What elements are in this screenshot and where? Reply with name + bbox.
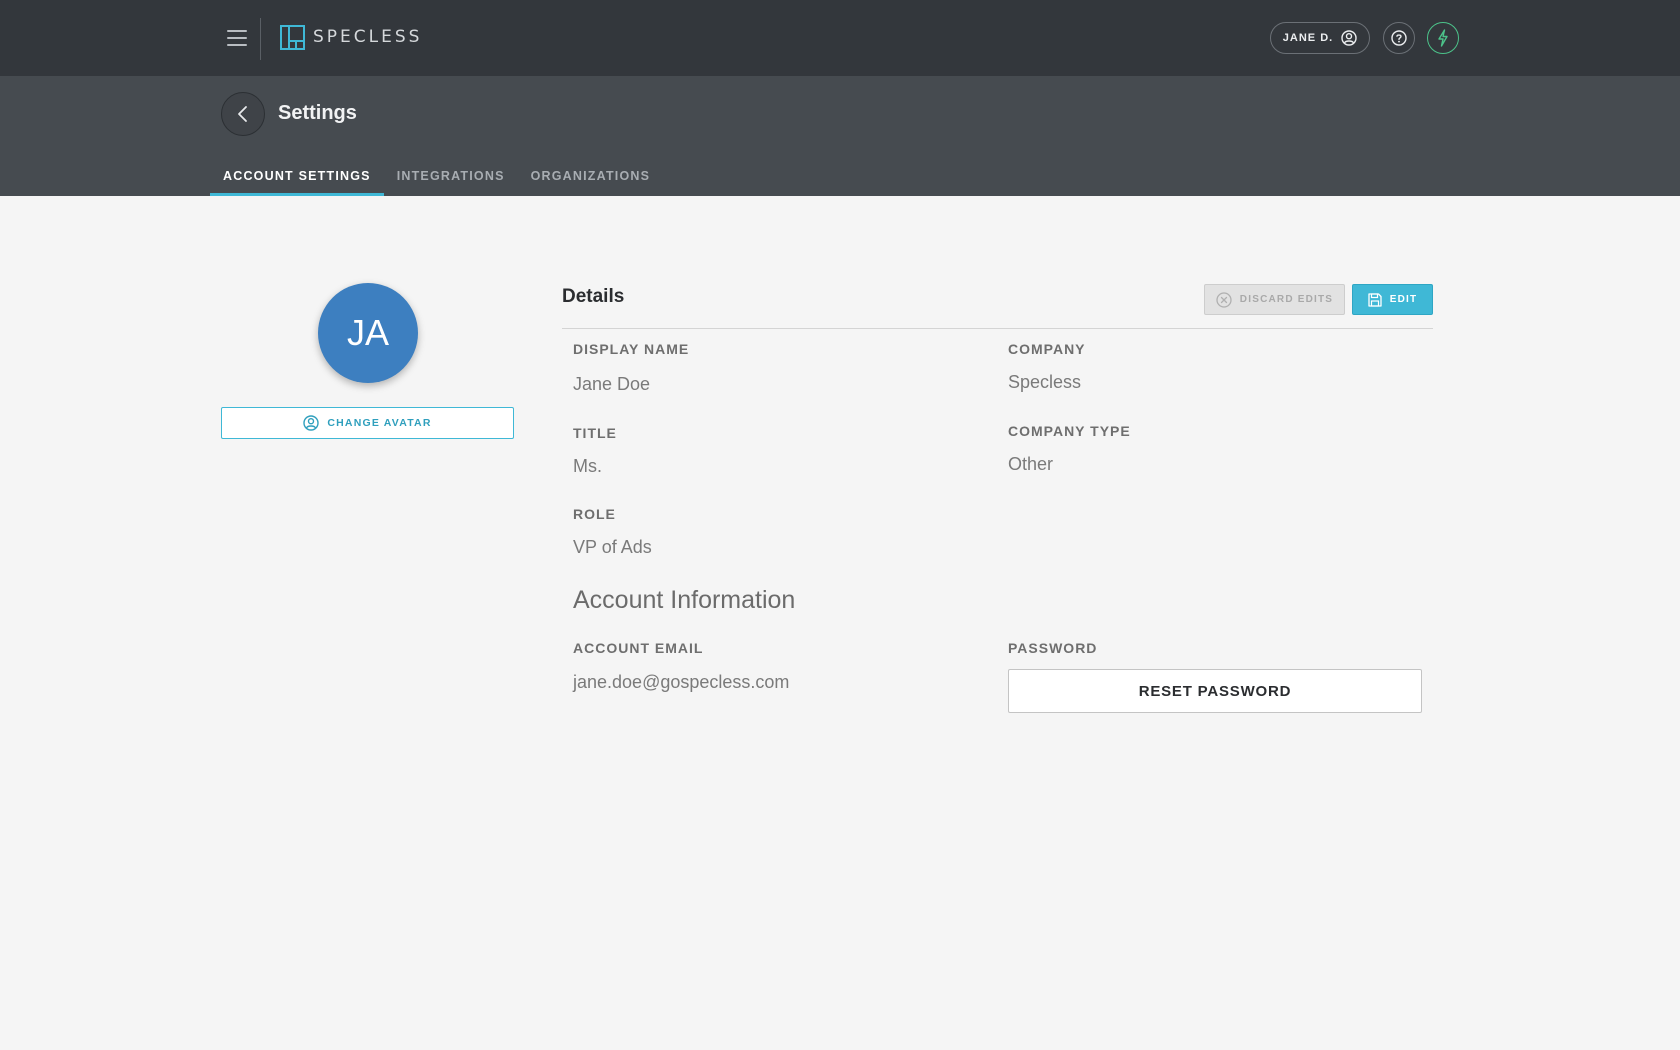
company-type-label: COMPANY TYPE bbox=[1008, 423, 1131, 439]
display-name-value: Jane Doe bbox=[573, 374, 651, 394]
details-divider bbox=[562, 328, 1433, 329]
question-circle-icon bbox=[1391, 30, 1407, 46]
user-circle-icon bbox=[1341, 30, 1357, 46]
discard-edits-label: DISCARD EDITS bbox=[1239, 294, 1334, 305]
back-button[interactable] bbox=[221, 92, 265, 136]
title-label: TITLE bbox=[573, 425, 617, 441]
brand-name[interactable]: SPECLESS bbox=[313, 27, 422, 47]
save-floppy-icon bbox=[1368, 292, 1382, 307]
hamburger-menu-icon[interactable] bbox=[221, 26, 253, 50]
page-title: Settings bbox=[278, 102, 357, 124]
account-email-value: jane.doe@gospecless.com bbox=[573, 672, 790, 692]
top-navigation-bar: SPECLESS JANE D. bbox=[0, 0, 1680, 76]
status-bolt-button[interactable] bbox=[1427, 22, 1459, 54]
topbar-divider bbox=[260, 18, 261, 60]
user-circle-icon bbox=[303, 415, 320, 431]
company-type-value: Other bbox=[1008, 454, 1054, 474]
discard-edits-button[interactable]: DISCARD EDITS bbox=[1204, 284, 1345, 315]
specless-logo-icon bbox=[280, 25, 305, 50]
page-header: Settings ACCOUNT SETTINGS INTEGRATIONS O… bbox=[0, 76, 1680, 196]
avatar: JA bbox=[318, 283, 418, 383]
close-circle-icon bbox=[1216, 291, 1232, 308]
display-name-label: DISPLAY NAME bbox=[573, 341, 690, 357]
reset-password-button[interactable]: RESET PASSWORD bbox=[1008, 669, 1422, 713]
tab-integrations[interactable]: INTEGRATIONS bbox=[384, 160, 518, 196]
account-email-label: ACCOUNT EMAIL bbox=[573, 640, 704, 656]
user-menu-button[interactable]: JANE D. bbox=[1270, 22, 1370, 54]
edit-button[interactable]: EDIT bbox=[1352, 284, 1433, 315]
tab-organizations[interactable]: ORGANIZATIONS bbox=[518, 160, 664, 196]
help-button[interactable] bbox=[1383, 22, 1415, 54]
tab-account-settings[interactable]: ACCOUNT SETTINGS bbox=[210, 160, 384, 196]
user-name-label: JANE D. bbox=[1282, 32, 1334, 44]
account-information-title: Account Information bbox=[573, 586, 796, 614]
password-label: PASSWORD bbox=[1008, 640, 1098, 656]
title-value: Ms. bbox=[573, 456, 602, 476]
change-avatar-button[interactable]: CHANGE AVATAR bbox=[221, 407, 514, 439]
settings-tabs: ACCOUNT SETTINGS INTEGRATIONS ORGANIZATI… bbox=[210, 160, 663, 196]
lightning-bolt-icon bbox=[1438, 29, 1448, 47]
role-value: VP of Ads bbox=[573, 537, 652, 557]
company-value: Specless bbox=[1008, 372, 1082, 392]
role-label: ROLE bbox=[573, 506, 616, 522]
details-section-title: Details bbox=[562, 286, 625, 307]
change-avatar-label: CHANGE AVATAR bbox=[327, 417, 432, 429]
edit-label: EDIT bbox=[1389, 294, 1418, 305]
chevron-left-icon bbox=[238, 106, 247, 122]
company-label: COMPANY bbox=[1008, 341, 1086, 357]
